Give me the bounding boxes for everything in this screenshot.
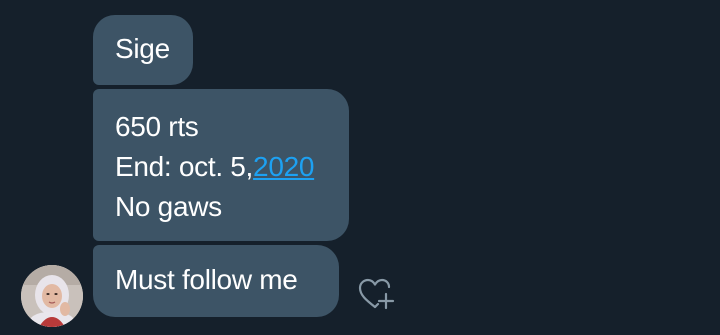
message-bubble-sige[interactable]: Sige xyxy=(93,15,193,85)
heart-plus-icon[interactable] xyxy=(356,276,398,314)
message-text-no-gaws: No gaws xyxy=(115,191,222,222)
end-date-prefix: End: oct. 5, xyxy=(115,151,254,182)
avatar-image xyxy=(21,265,83,327)
message-bubble-details[interactable]: 650 rts End: oct. 5,2020 No gaws xyxy=(93,89,349,241)
user-avatar[interactable] xyxy=(21,265,83,327)
message-text-rts: 650 rts xyxy=(115,111,199,142)
message-text-end-date: End: oct. 5,2020 xyxy=(115,147,349,187)
date-link[interactable]: 2020 xyxy=(253,151,314,182)
message-text: Sige xyxy=(115,33,170,64)
message-text: Must follow me xyxy=(115,264,298,295)
message-bubble-follow[interactable]: Must follow me xyxy=(93,245,339,317)
